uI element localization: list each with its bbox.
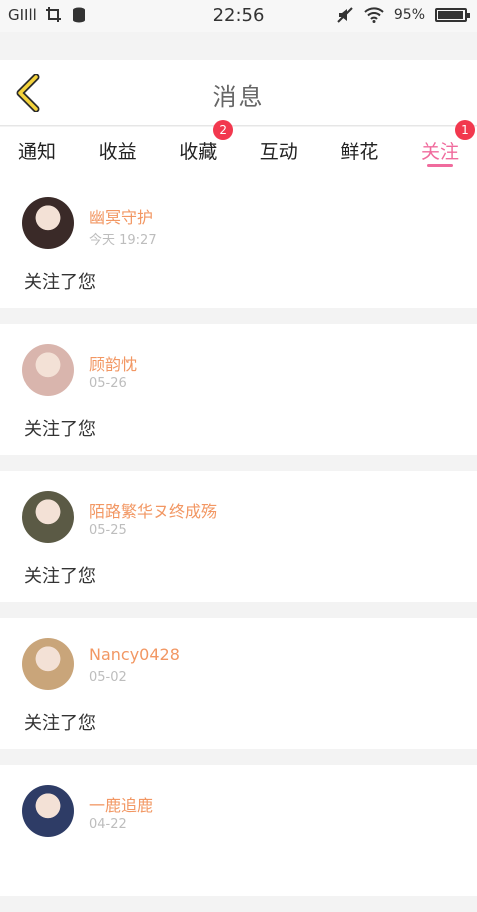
message-text: 关注了您 xyxy=(24,419,96,440)
avatar[interactable] xyxy=(22,785,74,837)
user-name[interactable]: 一鹿追鹿 xyxy=(89,792,153,816)
battery-percent: 95% xyxy=(393,7,425,23)
user-name[interactable]: 幽冥守护 xyxy=(89,204,153,228)
tab-favorites[interactable]: 收藏 2 xyxy=(179,120,234,177)
spacer-band xyxy=(0,32,477,60)
battery-icon xyxy=(435,8,470,22)
tab-follow[interactable]: 关注 1 xyxy=(420,120,475,177)
user-name[interactable]: 顾韵忱 xyxy=(89,351,137,375)
status-bar: GIIll 22:56 95% xyxy=(0,0,477,32)
tab-flowers[interactable]: 鲜花 xyxy=(340,127,378,177)
timestamp: 04-22 xyxy=(89,817,127,832)
list-item[interactable]: 幽冥守护今天 19:27 关注了您 xyxy=(0,177,477,308)
tab-label: 鲜花 xyxy=(340,141,379,163)
avatar[interactable] xyxy=(22,638,74,690)
message-text: 关注了您 xyxy=(24,566,96,587)
avatar[interactable] xyxy=(22,344,74,396)
timestamp: 今天 19:27 xyxy=(89,233,157,248)
tab-label: 关注 xyxy=(420,141,459,163)
user-name[interactable]: Nancy0428 xyxy=(89,645,180,664)
header: 消息 xyxy=(0,60,477,126)
timestamp: 05-02 xyxy=(89,670,127,685)
active-tab-indicator xyxy=(426,164,453,167)
list-item[interactable]: 一鹿追鹿 04-22 xyxy=(0,765,477,896)
message-text: 关注了您 xyxy=(24,713,96,734)
status-right: 95% xyxy=(336,6,470,24)
page-title: 消息 xyxy=(212,83,265,111)
tab-earnings[interactable]: 收益 xyxy=(99,127,137,177)
tab-label: 收藏 xyxy=(179,141,218,163)
list-item[interactable]: 陌路繁华ヌ终成殇 05-25 关注了您 xyxy=(0,471,477,602)
tab-label: 互动 xyxy=(259,141,298,163)
notification-list: 幽冥守护 今天 19:27 关注了您 顾韵忱 05-26 关注了您 陌路繁华ヌ终成殇 05-2… xyxy=(0,177,477,912)
avatar[interactable] xyxy=(22,197,74,249)
unread-badge: 1 xyxy=(454,120,475,140)
tab-notify[interactable]: 通知 xyxy=(18,127,56,177)
list-item[interactable]: 顾韵忱 05-26 关注了您 xyxy=(0,324,477,455)
mute-icon xyxy=(337,7,353,23)
battery-fill xyxy=(438,11,463,19)
tab-label: 通知 xyxy=(18,141,57,163)
tab-label: 收益 xyxy=(98,141,137,163)
tab-interaction[interactable]: 互动 xyxy=(260,127,298,177)
timestamp: 05-25 xyxy=(89,523,127,538)
unread-badge: 2 xyxy=(213,120,234,140)
timestamp: 05-26 xyxy=(89,376,127,391)
tab-bar: 通知 收益 收藏 2 互动 鲜花 关注 1 xyxy=(0,120,477,177)
avatar[interactable] xyxy=(22,491,74,543)
wifi-icon xyxy=(364,7,384,23)
user-name[interactable]: 陌路繁华ヌ终成殇 xyxy=(89,498,217,522)
message-text: 关注了您 xyxy=(24,272,96,293)
list-item[interactable]: Nancy0428 05-02 关注了您 xyxy=(0,618,477,749)
